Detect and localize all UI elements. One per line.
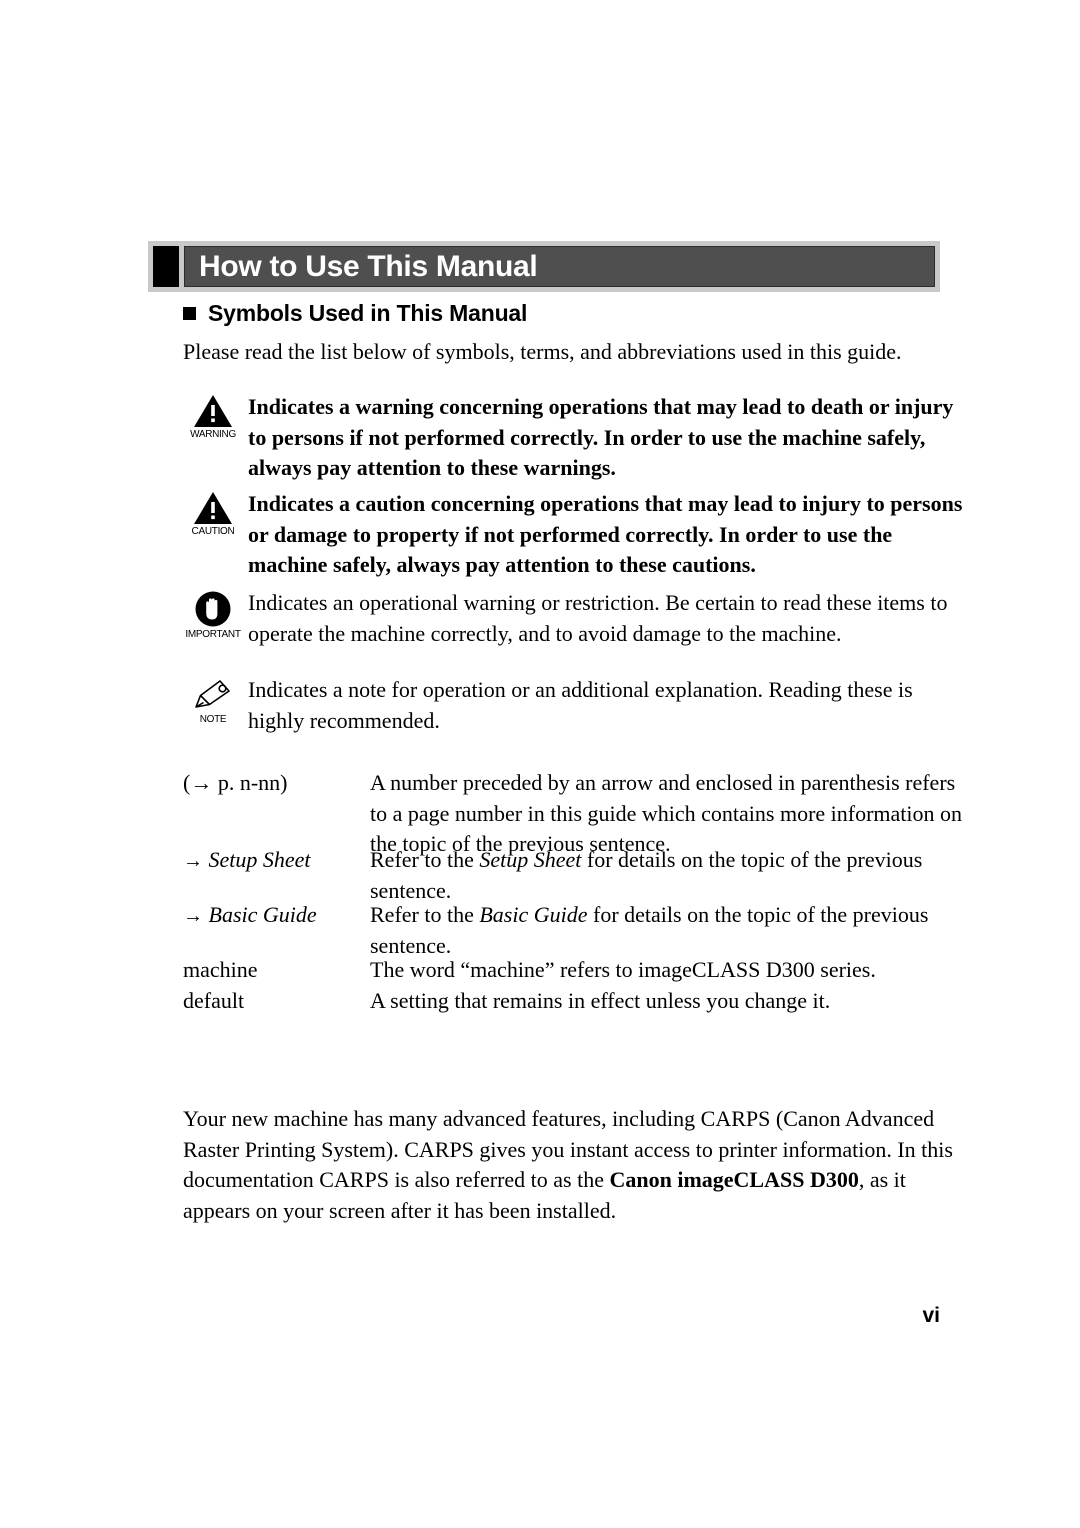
reference-description: Refer to the Setup Sheet for details on … — [370, 845, 973, 906]
important-icon-cell: IMPORTANT — [178, 588, 248, 640]
important-caption: IMPORTANT — [185, 629, 241, 640]
important-hand-icon — [195, 591, 231, 627]
reference-description: Refer to the Basic Guide for details on … — [370, 900, 973, 961]
caution-triangle-icon — [194, 492, 232, 524]
section-subheading: Symbols Used in This Manual — [183, 300, 527, 327]
right-arrow-icon: → — [183, 905, 203, 927]
manual-page: How to Use This Manual Symbols Used in T… — [0, 0, 1080, 1528]
reference-row-machine: machine The word “machine” refers to ima… — [183, 955, 973, 986]
intro-text: Please read the list below of symbols, t… — [183, 339, 902, 364]
reference-desc-pre: Refer to the — [370, 847, 480, 872]
reference-term: (→ p. n-nn) — [183, 770, 288, 795]
caution-description: Indicates a caution concerning operation… — [248, 491, 963, 577]
note-icon-cell: NOTE — [178, 675, 248, 725]
reference-description: A setting that remains in effect unless … — [370, 988, 831, 1013]
note-description: Indicates a note for operation or an add… — [248, 677, 913, 733]
symbol-row-caution: CAUTION Indicates a caution concerning o… — [178, 489, 968, 581]
reference-row-setup-sheet: → Setup Sheet Refer to the Setup Sheet f… — [183, 845, 973, 906]
reference-row-default: default A setting that remains in effect… — [183, 986, 973, 1017]
reference-desc-pre: Refer to the — [370, 902, 480, 927]
reference-description: The word “machine” refers to imageCLASS … — [370, 957, 876, 982]
note-caption: NOTE — [199, 714, 227, 725]
warning-icon-cell: WARNING — [178, 392, 248, 440]
reference-term: → Basic Guide — [183, 900, 370, 932]
section-subheading-label: Symbols Used in This Manual — [208, 300, 528, 326]
reference-term: → Setup Sheet — [183, 845, 370, 877]
page-title: How to Use This Manual — [199, 249, 538, 283]
warning-triangle-icon — [194, 395, 232, 427]
chapter-header-bar: How to Use This Manual — [148, 241, 940, 292]
square-bullet-icon — [183, 307, 196, 320]
reference-term: machine — [183, 957, 258, 982]
reference-desc-italic: Basic Guide — [479, 902, 588, 927]
symbol-row-important: IMPORTANT Indicates an operational warni… — [178, 588, 968, 649]
carps-product-name: Canon imageCLASS D300 — [609, 1167, 859, 1192]
header-black-square-icon — [153, 246, 179, 287]
symbol-row-warning: WARNING Indicates a warning concerning o… — [178, 392, 968, 484]
warning-caption: WARNING — [190, 429, 236, 440]
caution-caption: CAUTION — [191, 526, 235, 537]
caution-icon-cell: CAUTION — [178, 489, 248, 537]
warning-description: Indicates a warning concerning operation… — [248, 394, 954, 480]
carps-paragraph: Your new machine has many advanced featu… — [183, 1104, 958, 1226]
symbol-row-note: NOTE Indicates a note for operation or a… — [178, 675, 968, 736]
right-arrow-icon: → — [183, 850, 203, 872]
important-description: Indicates an operational warning or rest… — [248, 590, 948, 646]
page-number: vi — [922, 1304, 940, 1327]
reference-desc-italic: Setup Sheet — [479, 847, 582, 872]
reference-term: default — [183, 988, 245, 1013]
reference-term-label: Setup Sheet — [208, 847, 311, 872]
note-pencil-icon — [195, 680, 230, 708]
reference-term-label: Basic Guide — [208, 902, 317, 927]
header-gray-panel: How to Use This Manual — [184, 246, 935, 287]
reference-row-basic-guide: → Basic Guide Refer to the Basic Guide f… — [183, 900, 973, 961]
